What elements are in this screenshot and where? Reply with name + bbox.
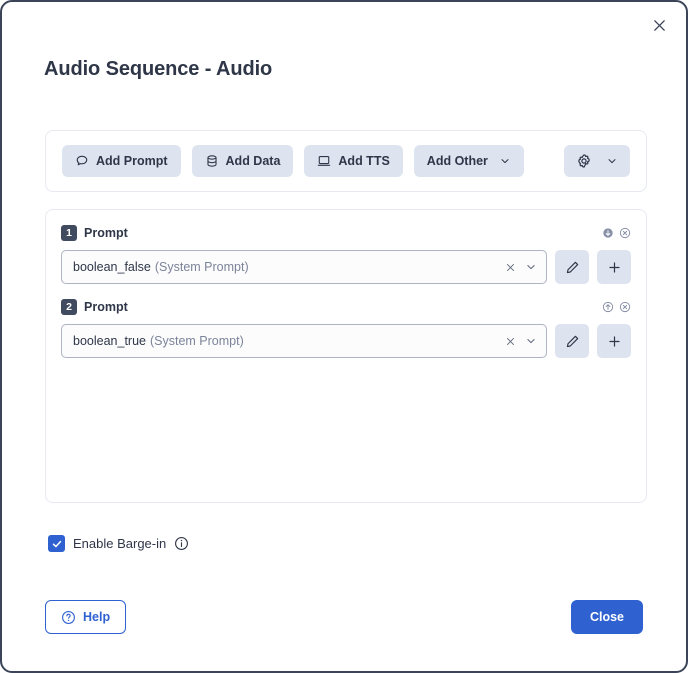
- add-prompt-row-button[interactable]: [597, 324, 631, 358]
- close-button[interactable]: Close: [571, 600, 643, 634]
- enable-barge-in-label: Enable Barge-in: [73, 536, 166, 551]
- settings-button[interactable]: [564, 145, 630, 177]
- add-prompt-label: Add Prompt: [96, 154, 168, 168]
- prompt-row: boolean_true (System Prompt): [61, 324, 631, 358]
- add-tts-button[interactable]: Add TTS: [304, 145, 402, 177]
- prompt-row-header: 2 Prompt: [61, 296, 631, 318]
- arrow-down-circle-icon[interactable]: [602, 227, 614, 239]
- chevron-down-icon: [606, 155, 618, 167]
- edit-prompt-button[interactable]: [555, 250, 589, 284]
- speech-bubble-icon: [75, 154, 89, 168]
- add-other-button[interactable]: Add Other: [414, 145, 524, 177]
- page-title: Audio Sequence - Audio: [44, 58, 272, 81]
- toolbar: Add Prompt Add Data Add TTS Ad: [45, 130, 647, 192]
- enable-barge-in-checkbox[interactable]: [48, 535, 65, 552]
- prompt-select-value: boolean_false: [73, 260, 151, 274]
- x-circle-icon[interactable]: [619, 227, 631, 239]
- chevron-down-icon: [499, 155, 511, 167]
- chevron-down-icon[interactable]: [525, 335, 537, 347]
- audio-sequence-dialog: Audio Sequence - Audio Add Prompt Add Da…: [0, 0, 688, 673]
- help-button[interactable]: Help: [45, 600, 126, 634]
- prompt-select-value: boolean_true: [73, 334, 146, 348]
- pencil-icon: [565, 334, 580, 349]
- prompt-row: boolean_false (System Prompt): [61, 250, 631, 284]
- row-index-badge: 1: [61, 225, 77, 241]
- add-data-label: Add Data: [226, 154, 281, 168]
- row-type-label: Prompt: [84, 226, 128, 240]
- prompt-select[interactable]: boolean_false (System Prompt): [61, 250, 547, 284]
- info-circle-icon[interactable]: [174, 536, 189, 551]
- add-prompt-row-button[interactable]: [597, 250, 631, 284]
- row-actions: [602, 301, 631, 313]
- close-x-icon[interactable]: [642, 8, 676, 42]
- sequence-panel: 1 Prompt boolean_false: [45, 209, 647, 503]
- add-other-label: Add Other: [427, 154, 488, 168]
- clear-x-icon[interactable]: [505, 336, 516, 347]
- prompt-row-header: 1 Prompt: [61, 222, 631, 244]
- enable-barge-in-row: Enable Barge-in: [48, 535, 189, 552]
- row-actions: [602, 227, 631, 239]
- question-circle-icon: [61, 610, 76, 625]
- prompt-select[interactable]: boolean_true (System Prompt): [61, 324, 547, 358]
- row-type-label: Prompt: [84, 300, 128, 314]
- prompt-select-value-suffix: (System Prompt): [150, 334, 244, 348]
- prompt-select-value-suffix: (System Prompt): [155, 260, 249, 274]
- chevron-down-icon[interactable]: [525, 261, 537, 273]
- add-tts-label: Add TTS: [338, 154, 389, 168]
- help-label: Help: [83, 610, 110, 624]
- plus-icon: [607, 260, 622, 275]
- clear-x-icon[interactable]: [505, 262, 516, 273]
- arrow-up-circle-icon[interactable]: [602, 301, 614, 313]
- add-data-button[interactable]: Add Data: [192, 145, 294, 177]
- plus-icon: [607, 334, 622, 349]
- monitor-icon: [317, 154, 331, 168]
- edit-prompt-button[interactable]: [555, 324, 589, 358]
- x-circle-icon[interactable]: [619, 301, 631, 313]
- database-icon: [205, 154, 219, 168]
- row-index-badge: 2: [61, 299, 77, 315]
- gear-icon: [576, 153, 592, 169]
- pencil-icon: [565, 260, 580, 275]
- add-prompt-button[interactable]: Add Prompt: [62, 145, 181, 177]
